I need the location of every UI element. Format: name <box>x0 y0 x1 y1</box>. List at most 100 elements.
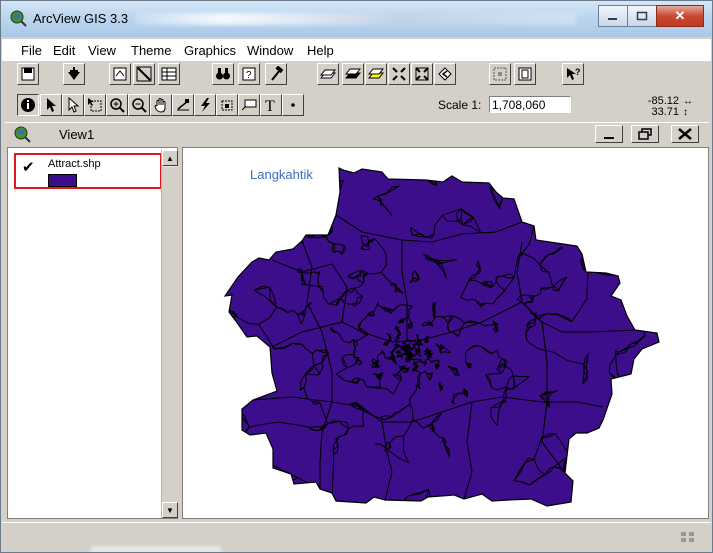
area-of-interest-tool[interactable] <box>216 94 238 116</box>
vertex-edit-tool[interactable] <box>62 94 84 116</box>
draw-point-tool[interactable] <box>282 94 304 116</box>
zoom-in-fixed-icon <box>392 67 406 81</box>
tract-boundary <box>624 274 632 306</box>
label-tool[interactable] <box>238 94 260 116</box>
svg-text:?: ? <box>246 70 252 81</box>
tract-boundary <box>260 461 266 489</box>
tract-boundary <box>268 229 277 243</box>
scale-input[interactable] <box>489 96 571 113</box>
resize-grip-icon[interactable] <box>679 529 697 545</box>
locate-button[interactable] <box>265 63 287 85</box>
theme-properties-button[interactable] <box>109 63 131 85</box>
zoom-active-button[interactable] <box>342 63 364 85</box>
scroll-thumb[interactable] <box>162 167 178 515</box>
scroll-down-button[interactable]: ▼ <box>162 502 178 518</box>
text-tool[interactable]: T <box>260 94 282 116</box>
zoom-full-button[interactable] <box>317 63 339 85</box>
tract-boundary <box>272 242 277 251</box>
query-button[interactable]: ? <box>238 63 260 85</box>
identify-tool[interactable] <box>17 94 39 116</box>
maximize-button[interactable] <box>627 5 657 27</box>
clear-selection-button[interactable] <box>514 63 536 85</box>
area-of-interest-icon <box>221 100 233 111</box>
menu-file[interactable]: File <box>21 43 42 58</box>
select-feature-tool[interactable] <box>84 94 106 116</box>
menu-view[interactable]: View <box>88 43 116 58</box>
zoom-out-tool[interactable] <box>128 94 150 116</box>
label-icon <box>241 99 257 111</box>
view-close-button[interactable] <box>671 125 699 143</box>
zoom-selected-icon <box>368 68 384 79</box>
tract-boundary <box>230 384 235 408</box>
svg-text:T: T <box>265 98 275 113</box>
svg-text:?: ? <box>575 67 581 77</box>
highlight-box <box>14 153 162 189</box>
add-theme-button[interactable] <box>63 63 85 85</box>
tract-boundary <box>225 437 238 444</box>
view-title-bar[interactable]: View1 <box>5 122 709 145</box>
tract-boundary <box>215 353 216 359</box>
measure-tool[interactable] <box>172 94 194 116</box>
tract-boundary <box>231 377 239 385</box>
menu-theme[interactable]: Theme <box>131 43 171 58</box>
vertex-edit-icon <box>68 97 80 113</box>
zoom-previous-button[interactable] <box>434 63 456 85</box>
open-table-icon <box>161 67 177 81</box>
coordinate-arrows-icon: ↔ ↕ <box>683 96 693 118</box>
arcview-window: ArcView GIS 3.3 ✕ File Edit View Theme G… <box>0 0 713 553</box>
open-table-button[interactable] <box>158 63 180 85</box>
tract-boundary <box>237 442 266 462</box>
tract-boundary <box>238 377 266 391</box>
hammer-icon <box>271 66 284 81</box>
tract-boundary <box>210 427 213 439</box>
menu-graphics[interactable]: Graphics <box>184 43 236 58</box>
tract-boundary <box>297 212 327 221</box>
tract-boundary <box>461 514 494 519</box>
query-icon: ? <box>242 67 256 81</box>
view-minimize-button[interactable] <box>595 125 623 143</box>
tract-boundary <box>231 377 239 385</box>
blurred-text-overlay <box>91 547 221 552</box>
zoom-out-fixed-button[interactable] <box>411 63 433 85</box>
toc-scrollbar[interactable]: ▲ ▼ <box>161 150 178 518</box>
identify-icon <box>21 98 35 112</box>
county-map[interactable] <box>183 148 709 519</box>
zoom-in-tool[interactable] <box>106 94 128 116</box>
pointer-tool[interactable] <box>40 94 62 116</box>
caption-buttons: ✕ <box>598 5 704 27</box>
tract-boundary <box>268 229 277 250</box>
menu-edit[interactable]: Edit <box>53 43 75 58</box>
tract-boundary <box>402 502 424 506</box>
select-graphics-button[interactable] <box>489 63 511 85</box>
tract-boundary <box>494 511 497 514</box>
zoom-selected-button[interactable] <box>365 63 387 85</box>
scroll-up-button[interactable]: ▲ <box>162 150 178 166</box>
help-button[interactable]: ? <box>562 63 584 85</box>
select-feature-icon <box>88 98 102 112</box>
text-tool-icon: T <box>265 98 275 113</box>
tract-boundary <box>423 513 428 519</box>
menu-help[interactable]: Help <box>307 43 334 58</box>
tract-boundary <box>183 392 213 426</box>
zoom-in-fixed-button[interactable] <box>388 63 410 85</box>
edit-legend-button[interactable] <box>133 63 155 85</box>
save-button[interactable] <box>17 63 39 85</box>
find-button[interactable] <box>212 63 234 85</box>
title-bar[interactable]: ArcView GIS 3.3 ✕ <box>1 1 712 37</box>
minimize-button[interactable] <box>598 5 628 27</box>
tract-boundary <box>213 269 221 305</box>
hotlink-tool[interactable] <box>194 94 216 116</box>
tract-boundary <box>229 384 235 408</box>
hand-icon <box>154 98 166 113</box>
pan-tool[interactable] <box>150 94 172 116</box>
menu-window[interactable]: Window <box>247 43 293 58</box>
window-title: ArcView GIS 3.3 <box>33 11 129 26</box>
tract-boundary <box>225 248 233 270</box>
close-button[interactable]: ✕ <box>656 5 704 27</box>
edit-legend-icon <box>136 66 152 82</box>
draw-point-icon <box>291 103 295 107</box>
tract-boundary <box>260 461 266 489</box>
map-display[interactable]: Langkahtik <box>182 147 709 519</box>
view-restore-button[interactable] <box>631 125 659 143</box>
tract-boundary <box>208 438 210 448</box>
